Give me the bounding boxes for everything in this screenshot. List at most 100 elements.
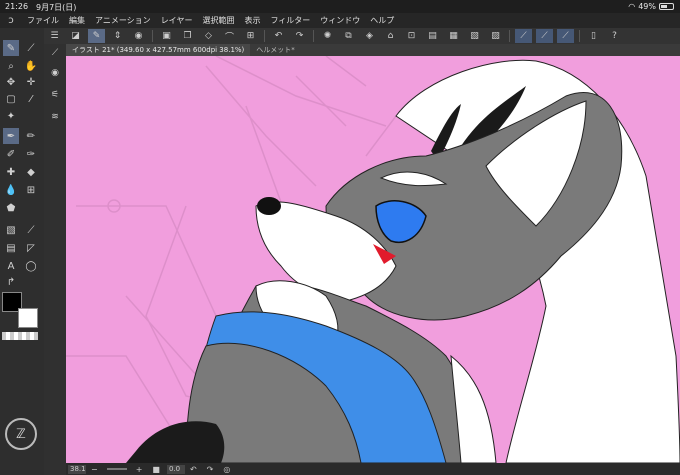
brush-size-icon[interactable]: ⟋ <box>47 46 63 60</box>
zoom-out-icon[interactable]: − <box>91 465 98 474</box>
battery-percent: 49% <box>638 2 656 11</box>
artwork <box>66 56 680 463</box>
warp-icon[interactable]: ⌒ <box>221 29 238 43</box>
brush-icon[interactable]: ✎ <box>3 40 19 56</box>
eraser-icon[interactable]: ◆ <box>23 164 39 180</box>
zoom-field[interactable]: 38.1 <box>68 464 86 474</box>
menu-file[interactable]: ファイル <box>22 15 64 26</box>
airbrush-icon[interactable]: ✑ <box>23 146 39 162</box>
tab-illustration[interactable]: イラスト 21* (349.60 x 427.57mm 600dpi 38.1%… <box>66 44 251 56</box>
hand-icon[interactable]: ✋ <box>23 58 39 74</box>
updown-icon[interactable]: ⇕ <box>109 29 126 43</box>
decoration-icon[interactable]: ✚ <box>3 164 19 180</box>
correct-line-icon[interactable]: ↱ <box>3 274 19 290</box>
edit-tool-icon[interactable]: ✎ <box>88 29 105 43</box>
redo-icon[interactable]: ↷ <box>291 29 308 43</box>
undo-icon[interactable]: ↶ <box>270 29 287 43</box>
grid-tool-icon[interactable]: ⊞ <box>23 182 39 198</box>
stabilizer-1-icon[interactable]: ⟋ <box>515 29 532 43</box>
zoom-in-icon[interactable]: + <box>136 465 143 474</box>
app-logo-icon[interactable]: ↄ <box>0 15 22 26</box>
status-right: ◠ 49% <box>628 2 674 11</box>
gradient-icon[interactable]: ▧ <box>3 222 19 238</box>
battery-icon <box>659 3 674 10</box>
divider <box>264 30 265 42</box>
fill-icon[interactable]: ⬟ <box>3 200 19 216</box>
view-icon[interactable]: ◉ <box>47 66 63 80</box>
canvas[interactable] <box>66 56 680 463</box>
app-window: 21:26 9月7日(日) ◠ 49% ↄ ファイル 編集 アニメーション レイ… <box>0 0 680 475</box>
layers-icon[interactable]: ≋ <box>47 110 63 124</box>
balloon-icon[interactable]: ◯ <box>23 258 39 274</box>
bottom-bar: 38.1 − + ■ 0.0 ↶ ↷ ◎ <box>66 463 680 475</box>
transparent-color-swatch[interactable] <box>2 332 38 340</box>
divider <box>509 30 510 42</box>
settings-icon[interactable]: ⚟ <box>47 88 63 102</box>
frame-icon[interactable]: ▤ <box>3 240 19 256</box>
divider <box>152 30 153 42</box>
menu-edit[interactable]: 編集 <box>64 15 90 26</box>
clone-icon[interactable]: ▨ <box>487 29 504 43</box>
device-icon[interactable]: ▯ <box>585 29 602 43</box>
menu-help[interactable]: ヘルプ <box>365 15 399 26</box>
zoom-slider[interactable] <box>106 468 127 470</box>
reset-rotation-icon[interactable]: ◎ <box>223 465 230 474</box>
new-canvas-icon[interactable]: ◪ <box>67 29 84 43</box>
transform-icon[interactable]: ◇ <box>200 29 217 43</box>
pan-icon[interactable]: ✛ <box>23 74 39 90</box>
line-icon[interactable]: ⟋ <box>23 222 39 238</box>
menu-animation[interactable]: アニメーション <box>90 15 156 26</box>
ruler-icon[interactable]: ◸ <box>23 240 39 256</box>
help-icon[interactable]: ? <box>606 29 623 43</box>
wand-icon[interactable]: ✦ <box>3 108 19 124</box>
fit-icon[interactable]: ■ <box>152 465 160 474</box>
layer-stack-icon[interactable]: ❐ <box>179 29 196 43</box>
rotate-left-icon[interactable]: ↶ <box>190 465 197 474</box>
crop-icon[interactable]: ⊡ <box>403 29 420 43</box>
menu-filter[interactable]: フィルター <box>265 15 315 26</box>
menu-selection[interactable]: 選択範囲 <box>197 15 239 26</box>
command-bar: ☰ ◪ ✎ ⇕ ◉ ▣ ❐ ◇ ⌒ ⊞ ↶ ↷ ✺ ⧉ ◈ ⌂ ⊡ ▤ ▦ ▧ … <box>44 28 680 44</box>
tool-palette: ✎ ⟋ ⌕ ✋ ✥ ✛ ▢ ⁄ ✦ ✒ ✏ ✐ ✑ ✚ ◆ 💧 ⊞ ⬟ ▧ ⟋ … <box>0 28 44 475</box>
layer-icon[interactable]: ▣ <box>158 29 175 43</box>
menu-window[interactable]: ウィンドウ <box>315 15 365 26</box>
spinner-icon[interactable]: ✺ <box>319 29 336 43</box>
side-strip: ⟋ ◉ ⚟ ≋ <box>44 44 66 475</box>
stabilizer-3-icon[interactable]: ⟋ <box>557 29 574 43</box>
clip-studio-logo-icon[interactable]: ℤ <box>5 418 37 450</box>
divider <box>313 30 314 42</box>
zoom-icon[interactable]: ⌕ <box>3 58 19 74</box>
text-icon[interactable]: A <box>3 258 19 274</box>
tab-helmet[interactable]: ヘルメット* <box>250 45 301 55</box>
color-wheel-icon[interactable]: ◉ <box>130 29 147 43</box>
fill-icon[interactable]: ◈ <box>361 29 378 43</box>
tab-bar: イラスト 21* (349.60 x 427.57mm 600dpi 38.1%… <box>66 44 680 56</box>
divider <box>579 30 580 42</box>
date: 9月7日(日) <box>36 3 77 12</box>
bucket-icon[interactable]: ⌂ <box>382 29 399 43</box>
eyedropper-icon[interactable]: ⁄ <box>23 91 39 107</box>
clear-icon[interactable]: ▤ <box>424 29 441 43</box>
selection-icon[interactable]: ▢ <box>3 91 19 107</box>
invert-icon[interactable]: ▦ <box>445 29 462 43</box>
menu-layer[interactable]: レイヤー <box>156 15 198 26</box>
rotate-right-icon[interactable]: ↷ <box>207 465 214 474</box>
pencil-icon[interactable]: ✏ <box>23 128 39 144</box>
hamburger-icon[interactable]: ☰ <box>46 29 63 43</box>
brush2-icon[interactable]: ✐ <box>3 146 19 162</box>
status-bar: 21:26 9月7日(日) ◠ 49% <box>0 0 680 13</box>
table-icon[interactable]: ⊞ <box>242 29 259 43</box>
grid-icon[interactable]: ▧ <box>466 29 483 43</box>
angle-field[interactable]: 0.0 <box>166 464 185 474</box>
sub-color-swatch[interactable] <box>18 308 38 328</box>
clock: 21:26 <box>5 2 29 11</box>
blend-icon[interactable]: 💧 <box>3 182 19 198</box>
pen-icon[interactable]: ✒ <box>3 128 19 144</box>
copy-icon[interactable]: ⧉ <box>340 29 357 43</box>
move-icon[interactable]: ✥ <box>3 74 19 90</box>
stabilizer-2-icon[interactable]: ⟋ <box>536 29 553 43</box>
wifi-icon: ◠ <box>628 2 636 11</box>
menu-bar: ↄ ファイル 編集 アニメーション レイヤー 選択範囲 表示 フィルター ウィン… <box>0 13 680 28</box>
dropper-icon[interactable]: ⟋ <box>23 40 39 56</box>
menu-view[interactable]: 表示 <box>239 15 265 26</box>
